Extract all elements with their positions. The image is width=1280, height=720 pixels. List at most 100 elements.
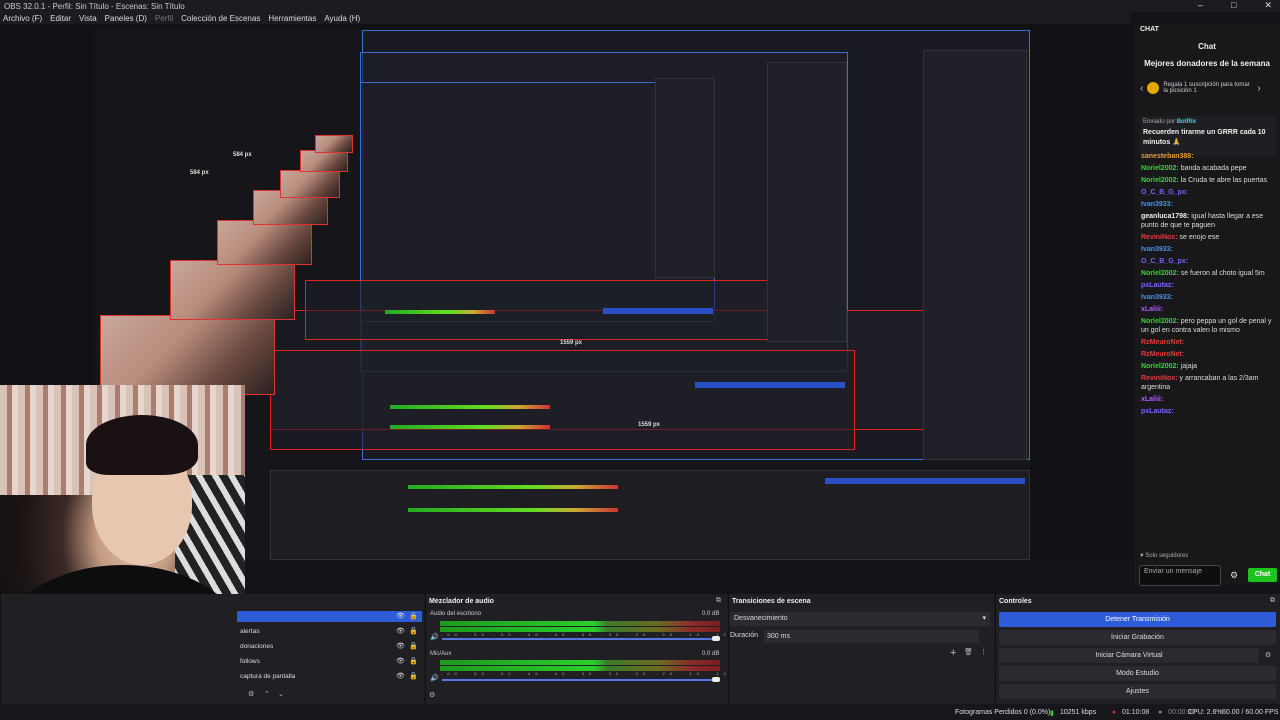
start-recording-button[interactable]: Iniciar Grabación [999,630,1276,645]
eye-icon[interactable]: 👁 [396,672,405,680]
menu-help[interactable]: Ayuda (H) [324,14,360,23]
chat-username[interactable]: ReviniNox: [1141,375,1178,382]
chat-username[interactable]: Ivan3933: [1141,246,1173,253]
chat-username[interactable]: RzMeuroNet: [1141,351,1184,358]
live-icon: ● [1112,709,1117,716]
chat-text: banda acabada pepe [1180,165,1247,172]
volume-knob[interactable] [712,636,720,641]
duration-label: Duración [730,632,759,639]
start-virtual-camera-button[interactable]: Iniciar Cámara Virtual [999,648,1259,663]
volume-knob[interactable] [712,677,720,682]
chat-message: Noriel2002: se fueron al choto igual 5m [1141,269,1278,278]
chevron-left-icon[interactable]: ‹ [1140,83,1143,94]
chat-username[interactable]: ReviniNox: [1141,234,1178,241]
chat-username[interactable]: Ivan3933: [1141,201,1173,208]
selected-source-row[interactable] [237,611,422,622]
settings-button[interactable]: Ajustes [999,684,1276,699]
duration-input[interactable]: 300 ms [764,630,979,643]
chat-input[interactable]: Enviar un mensaje [1139,565,1221,586]
menu-profile[interactable]: Perfil [155,14,173,23]
nested-button [603,308,713,314]
menu-edit[interactable]: Editar [50,14,71,23]
chat-username[interactable]: Noriel2002: [1141,177,1179,184]
chat-username[interactable]: Noriel2002: [1141,165,1179,172]
chevron-right-icon[interactable]: › [1257,83,1260,94]
chat-message: ReviniNox: se enojo ese [1141,233,1278,242]
chat-username[interactable]: Noriel2002: [1141,363,1179,370]
chat-username[interactable]: sanesteban388: [1141,153,1194,160]
menu-tools[interactable]: Herramientas [268,14,316,23]
webcam-copy [280,170,340,198]
volume-icon[interactable]: 🔊 [430,674,439,682]
lock-icon[interactable]: 🔒 [409,612,418,620]
move-up-icon[interactable]: ⌃ [264,690,270,698]
chat-username[interactable]: xLaliii: [1141,396,1163,403]
webcam-copy [315,135,353,153]
lock-icon[interactable]: 🔒 [409,627,418,635]
eye-icon[interactable]: 👁 [396,642,405,650]
lock-icon[interactable]: 🔒 [409,672,418,680]
stream-time: 01:10:08 [1122,709,1150,716]
undock-icon[interactable]: ⧉ [716,597,721,605]
chat-username[interactable]: O_C_B_G_px: [1141,189,1188,196]
undock-icon[interactable]: ⧉ [1270,597,1275,605]
signal-icon: ▮ [1050,710,1054,717]
volume-icon[interactable]: 🔊 [430,633,439,641]
menu-file[interactable]: Archivo (F) [3,14,42,23]
channel-name: Mic/Aux [430,651,452,657]
webcam-copy [300,150,348,172]
chat-username[interactable]: RzMeuroNet: [1141,339,1184,346]
transition-select[interactable]: Desvanecimiento ▾ [730,612,990,626]
mixer-settings-icon[interactable]: ⚙ [429,691,435,699]
lock-icon[interactable]: 🔒 [409,642,418,650]
menu-view[interactable]: Vista [79,14,97,23]
close-button[interactable]: ✕ [1264,0,1272,11]
stop-streaming-button[interactable]: Detener Transmisión [999,612,1276,627]
eye-icon[interactable]: 👁 [396,612,405,620]
gear-icon[interactable]: ⚙ [1265,651,1271,659]
chat-message: RzMeuroNet: [1141,350,1278,359]
audio-mixer-title: Mezclador de audio [429,598,494,605]
nested-meter [385,310,495,314]
chat-message: RzMeuroNet: [1141,338,1278,347]
chevron-down-icon: ▾ [982,615,986,622]
chat-username[interactable]: Ivan3933: [1141,294,1173,301]
volume-slider[interactable] [442,638,718,640]
chat-username[interactable]: geanluca1798: [1141,213,1189,220]
source-item[interactable]: alertas [240,628,260,635]
trash-icon[interactable]: 🗑 [964,648,973,656]
volume-slider[interactable] [442,679,718,681]
menu-docks[interactable]: Paneles (D) [105,14,147,23]
add-icon[interactable]: + [950,647,956,659]
source-item[interactable]: donaciones [240,643,273,650]
chat-username[interactable]: pxLautaz: [1141,408,1174,415]
chat-messages: sanesteban388: Noriel2002: banda acabada… [1141,152,1278,419]
followers-only-text: Solo seguidores [1145,553,1189,559]
chat-username[interactable]: Noriel2002: [1141,318,1179,325]
chat-username[interactable]: O_C_B_G_px: [1141,258,1188,265]
minimize-button[interactable]: – [1198,0,1203,11]
source-item[interactable]: follows [240,658,260,665]
chat-username[interactable]: xLaliii: [1141,306,1163,313]
studio-mode-button[interactable]: Modo Estudio [999,666,1276,681]
gear-icon[interactable]: ⚙ [1230,570,1238,581]
source-item[interactable]: captura de pantalla [240,673,295,680]
nested-meter [390,405,550,409]
coin-icon [1147,82,1160,94]
menu-scene-collection[interactable]: Colección de Escenas [181,14,260,23]
window-title: OBS 32.0.1 - Perfil: Sin Título - Escena… [4,1,185,11]
channel-db: 0.0 dB [702,651,720,657]
move-down-icon[interactable]: ⌄ [278,690,284,698]
chat-username[interactable]: Noriel2002: [1141,270,1179,277]
chat-send-button[interactable]: Chat [1248,568,1277,582]
more-icon[interactable]: ⋮ [980,648,987,656]
gear-icon[interactable]: ⚙ [248,690,254,698]
chat-message: xLaliii: [1141,395,1278,404]
chat-username[interactable]: pxLautaz: [1141,282,1174,289]
nested-button [825,478,1025,484]
eye-icon[interactable]: 👁 [396,627,405,635]
nested-chat [767,62,847,342]
eye-icon[interactable]: 👁 [396,657,405,665]
lock-icon[interactable]: 🔒 [409,657,418,665]
maximize-button[interactable]: □ [1231,0,1236,11]
